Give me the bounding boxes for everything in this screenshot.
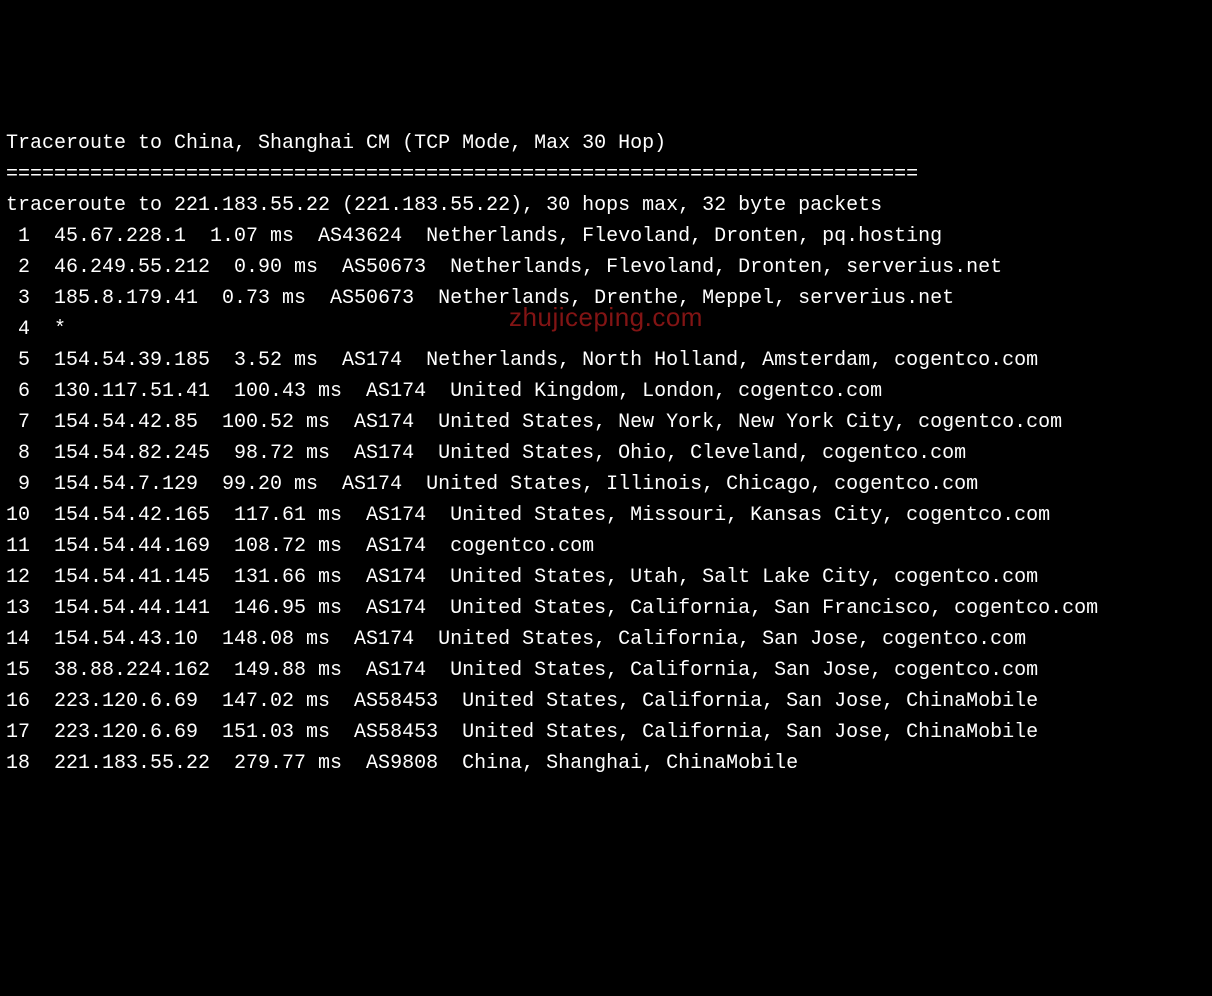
hop-row: 6 130.117.51.41 100.43 ms AS174 United K… bbox=[6, 376, 1206, 407]
traceroute-info: traceroute to 221.183.55.22 (221.183.55.… bbox=[6, 190, 1206, 221]
traceroute-title: Traceroute to China, Shanghai CM (TCP Mo… bbox=[6, 128, 1206, 159]
hop-row: 1 45.67.228.1 1.07 ms AS43624 Netherland… bbox=[6, 221, 1206, 252]
hop-row: 12 154.54.41.145 131.66 ms AS174 United … bbox=[6, 562, 1206, 593]
hop-row: 10 154.54.42.165 117.61 ms AS174 United … bbox=[6, 500, 1206, 531]
hop-row: 16 223.120.6.69 147.02 ms AS58453 United… bbox=[6, 686, 1206, 717]
hop-row: 17 223.120.6.69 151.03 ms AS58453 United… bbox=[6, 717, 1206, 748]
hop-row: 4 * bbox=[6, 314, 1206, 345]
hop-row: 13 154.54.44.141 146.95 ms AS174 United … bbox=[6, 593, 1206, 624]
hops-list: 1 45.67.228.1 1.07 ms AS43624 Netherland… bbox=[6, 221, 1206, 779]
hop-row: 8 154.54.82.245 98.72 ms AS174 United St… bbox=[6, 438, 1206, 469]
hop-row: 14 154.54.43.10 148.08 ms AS174 United S… bbox=[6, 624, 1206, 655]
hop-row: 18 221.183.55.22 279.77 ms AS9808 China,… bbox=[6, 748, 1206, 779]
hop-row: 5 154.54.39.185 3.52 ms AS174 Netherland… bbox=[6, 345, 1206, 376]
hop-row: 15 38.88.224.162 149.88 ms AS174 United … bbox=[6, 655, 1206, 686]
hop-row: 3 185.8.179.41 0.73 ms AS50673 Netherlan… bbox=[6, 283, 1206, 314]
hop-row: 7 154.54.42.85 100.52 ms AS174 United St… bbox=[6, 407, 1206, 438]
hop-row: 11 154.54.44.169 108.72 ms AS174 cogentc… bbox=[6, 531, 1206, 562]
divider-line: ========================================… bbox=[6, 159, 1206, 190]
hop-row: 9 154.54.7.129 99.20 ms AS174 United Sta… bbox=[6, 469, 1206, 500]
hop-row: 2 46.249.55.212 0.90 ms AS50673 Netherla… bbox=[6, 252, 1206, 283]
